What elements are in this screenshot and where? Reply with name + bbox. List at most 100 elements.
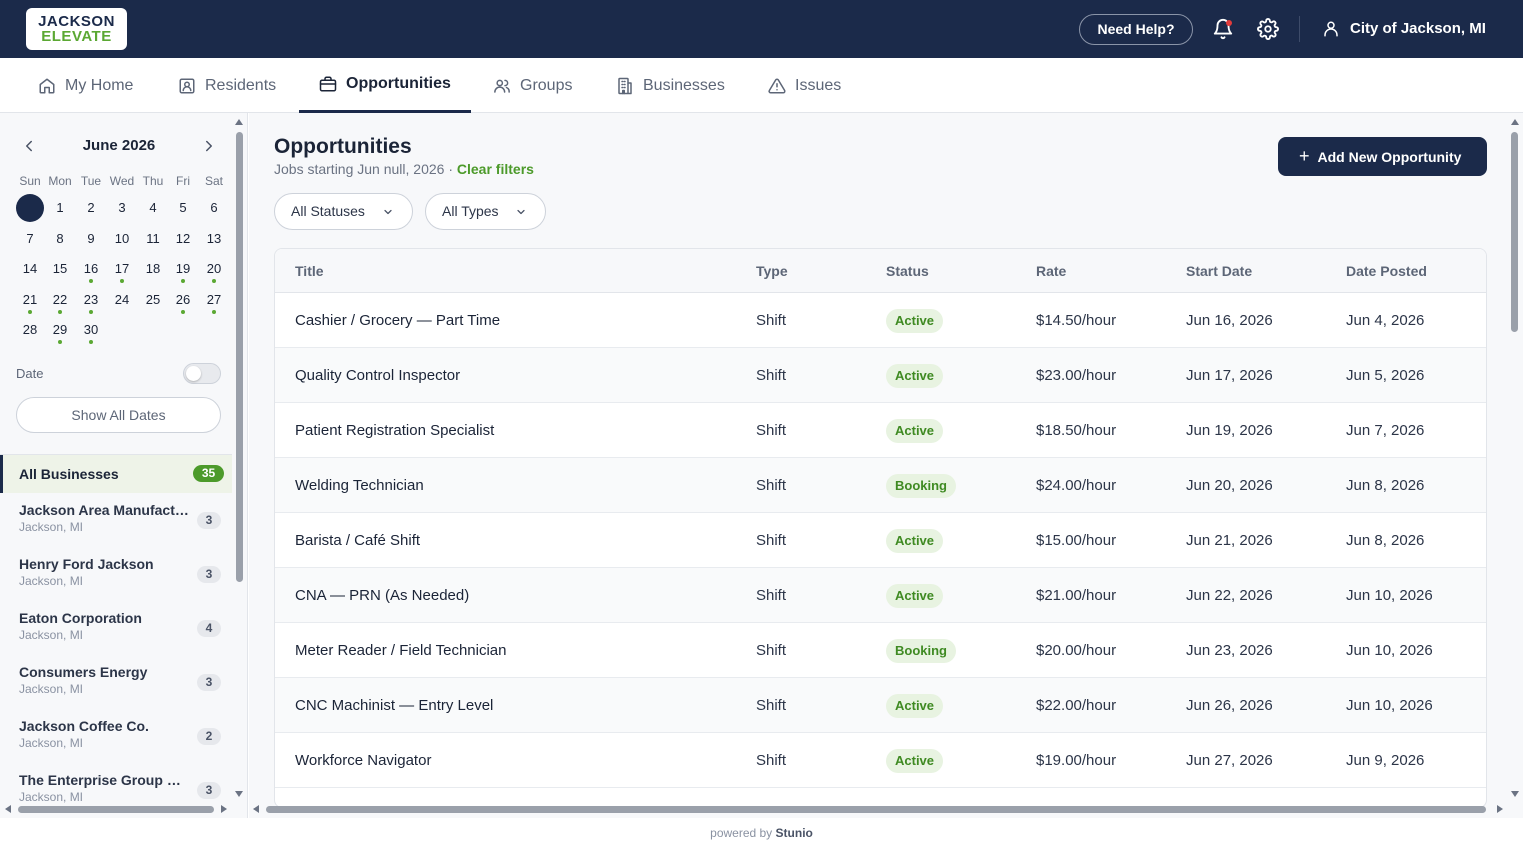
calendar-day[interactable]: 10 — [107, 225, 137, 253]
calendar-selected-day[interactable] — [16, 194, 44, 222]
scroll-left-arrow-icon[interactable] — [252, 804, 260, 814]
calendar-day[interactable]: 16 — [76, 255, 106, 283]
calendar-day[interactable]: 27 — [199, 286, 229, 314]
page-subtitle: Jobs starting Jun null, 2026 · Clear fil… — [274, 161, 534, 177]
scrollbar-thumb[interactable] — [18, 806, 214, 813]
scroll-right-arrow-icon[interactable] — [1496, 804, 1504, 814]
cell-rate: $19.00/hour — [1036, 752, 1117, 769]
settings-gear-icon[interactable] — [1257, 18, 1279, 40]
calendar-day[interactable]: 22 — [45, 286, 75, 314]
business-list-item[interactable]: The Enterprise Group of Jackson Jackson, … — [0, 763, 232, 804]
type-filter-dropdown[interactable]: All Types — [425, 193, 546, 230]
column-header[interactable]: Date Posted — [1346, 263, 1427, 279]
tab-residents[interactable]: Residents — [158, 58, 296, 113]
column-header[interactable]: Type — [756, 263, 788, 279]
scrollbar-thumb[interactable] — [266, 806, 1486, 813]
scroll-down-arrow-icon[interactable] — [234, 790, 244, 798]
sidebar-horizontal-scrollbar[interactable] — [4, 803, 232, 815]
tab-groups[interactable]: Groups — [473, 58, 592, 113]
tab-issues[interactable]: Issues — [748, 58, 861, 113]
scroll-up-arrow-icon[interactable] — [1510, 118, 1520, 126]
calendar-day[interactable]: 23 — [76, 286, 106, 314]
table-row[interactable]: Meter Reader / Field Technician Shift Book… — [275, 623, 1486, 678]
sidebar-vertical-scrollbar[interactable] — [234, 118, 244, 800]
all-businesses-item[interactable]: All Businesses 35 — [0, 455, 232, 493]
calendar-day[interactable]: 24 — [107, 286, 137, 314]
tab-my-home[interactable]: My Home — [18, 58, 153, 113]
table-row[interactable]: Patient Registration Specialist Shift Acti… — [275, 403, 1486, 458]
column-header[interactable]: Title — [295, 263, 324, 279]
calendar-day[interactable]: 19 — [168, 255, 198, 283]
tab-businesses[interactable]: Businesses — [596, 58, 745, 113]
table-row[interactable]: Cashier / Grocery — Part Time Shift Active… — [275, 293, 1486, 348]
table-row[interactable]: Quality Control Inspector Shift Active $23.… — [275, 348, 1486, 403]
column-header[interactable]: Start Date — [1186, 263, 1252, 279]
calendar-day[interactable]: 17 — [107, 255, 137, 283]
table-row[interactable]: Welding Technician Shift Booking $24.00/hou… — [275, 458, 1486, 513]
calendar-day[interactable]: 25 — [138, 286, 168, 314]
calendar-day[interactable]: 8 — [45, 225, 75, 253]
cell-title: Meter Reader / Field Technician — [295, 642, 507, 659]
show-all-dates-button[interactable]: Show All Dates — [16, 397, 221, 433]
business-list-item[interactable]: Jackson Coffee Co. Jackson, MI 2 — [0, 709, 232, 763]
table-row[interactable]: Workforce Navigator Shift Active $19.00/hou… — [275, 733, 1486, 788]
calendar-day[interactable]: 30 — [76, 316, 106, 344]
column-header[interactable]: Status — [886, 263, 929, 279]
day-number: 25 — [145, 292, 161, 307]
page-title: Opportunities — [274, 135, 412, 158]
table-row[interactable]: CNC Machinist — Entry Level Shift Active $2… — [275, 678, 1486, 733]
status-filter-dropdown[interactable]: All Statuses — [274, 193, 413, 230]
scrollbar-thumb[interactable] — [1511, 132, 1518, 332]
calendar-day[interactable]: 6 — [199, 194, 229, 222]
calendar-day[interactable]: 12 — [168, 225, 198, 253]
calendar-day[interactable]: 28 — [15, 316, 45, 344]
clear-filters-link[interactable]: Clear filters — [457, 161, 534, 177]
calendar-day[interactable]: 15 — [45, 255, 75, 283]
calendar-day[interactable]: 9 — [76, 225, 106, 253]
calendar-day[interactable]: 13 — [199, 225, 229, 253]
business-count-badge: 3 — [197, 512, 221, 529]
add-new-opportunity-button[interactable]: + Add New Opportunity — [1278, 137, 1487, 176]
column-header[interactable]: Rate — [1036, 263, 1066, 279]
day-number: 17 — [114, 261, 130, 276]
table-row[interactable]: CNA — PRN (As Needed) Shift Active $21.00/h… — [275, 568, 1486, 623]
calendar-day[interactable]: 26 — [168, 286, 198, 314]
calendar-day[interactable]: 3 — [107, 194, 137, 222]
calendar-day[interactable]: 7 — [15, 225, 45, 253]
main-vertical-scrollbar[interactable] — [1510, 118, 1520, 800]
business-list-item[interactable]: Henry Ford Jackson Jackson, MI 3 — [0, 547, 232, 601]
footer-brand[interactable]: Stunio — [776, 826, 813, 840]
user-icon[interactable] — [1322, 20, 1340, 38]
subtitle-text: Jobs starting Jun null, 2026 · — [274, 161, 457, 177]
date-toggle[interactable] — [183, 363, 221, 384]
account-name[interactable]: City of Jackson, MI — [1350, 20, 1486, 38]
calendar-day[interactable]: 21 — [15, 286, 45, 314]
table-row[interactable]: Barista / Café Shift Shift Active $15.00/ho… — [275, 513, 1486, 568]
calendar-day[interactable]: 20 — [199, 255, 229, 283]
date-toggle-label: Date — [16, 366, 44, 381]
need-help-button[interactable]: Need Help? — [1079, 14, 1193, 45]
calendar-day[interactable]: 11 — [138, 225, 168, 253]
business-list-item[interactable]: Eaton Corporation Jackson, MI 4 — [0, 601, 232, 655]
main-horizontal-scrollbar[interactable] — [252, 803, 1508, 815]
business-list-item[interactable]: Consumers Energy Jackson, MI 3 — [0, 655, 232, 709]
calendar-day[interactable]: 29 — [45, 316, 75, 344]
tab-opportunities[interactable]: Opportunities — [299, 58, 471, 113]
business-list-item[interactable]: Jackson Area Manufacturers Association Ja… — [0, 493, 232, 547]
calendar-day[interactable]: 14 — [15, 255, 45, 283]
business-count-badge: 3 — [197, 566, 221, 583]
scroll-down-arrow-icon[interactable] — [1510, 790, 1520, 798]
calendar-day[interactable]: 4 — [138, 194, 168, 222]
plus-icon: + — [1299, 146, 1310, 166]
calendar-day[interactable]: 18 — [138, 255, 168, 283]
scrollbar-thumb[interactable] — [236, 132, 243, 582]
scroll-left-arrow-icon[interactable] — [4, 804, 12, 814]
jackson-elevate-logo[interactable]: JACKSON ELEVATE — [26, 8, 127, 50]
calendar-day[interactable]: 2 — [76, 194, 106, 222]
calendar-day[interactable]: 1 — [45, 194, 75, 222]
weekday-label: Sun — [19, 174, 41, 188]
chevron-right-icon[interactable] — [200, 137, 218, 155]
scroll-right-arrow-icon[interactable] — [220, 804, 228, 814]
scroll-up-arrow-icon[interactable] — [234, 118, 244, 126]
calendar-day[interactable]: 5 — [168, 194, 198, 222]
